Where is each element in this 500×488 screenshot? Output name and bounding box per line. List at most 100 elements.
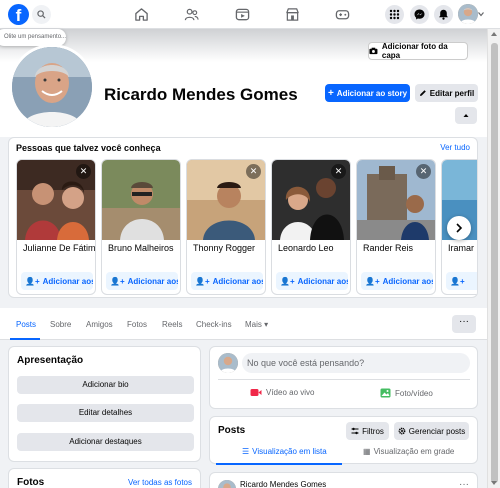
chevron-up-icon — [463, 114, 469, 117]
post-composer: No que você está pensando? Vídeo ao vivo… — [209, 346, 478, 409]
facebook-logo[interactable]: f — [8, 4, 29, 25]
menu-grid-icon — [389, 9, 400, 20]
chevron-down-icon[interactable] — [478, 11, 484, 17]
plus-icon: + — [327, 87, 334, 99]
see-all-photos-link[interactable]: Ver todas as fotos — [128, 478, 192, 487]
top-navigation-bar: f — [0, 0, 500, 29]
add-friend-icon: 👤+ — [195, 276, 210, 286]
edit-details-button[interactable]: Editar detalhes — [17, 404, 194, 422]
grid-icon: ▦ — [363, 447, 371, 456]
grid-view-tab[interactable]: ▦ Visualização em grade — [363, 447, 454, 456]
suggestion-photo — [102, 160, 180, 240]
marketplace-icon[interactable] — [285, 7, 300, 22]
photos-title: Fotos — [17, 477, 45, 488]
add-to-story-label: Adicionar ao story — [336, 88, 408, 98]
manage-posts-label: Gerenciar posts — [408, 426, 466, 436]
search-icon — [37, 10, 46, 19]
profile-picture[interactable] — [9, 44, 95, 130]
suggestion-card[interactable]: ✕ Julianne De Fátima 👤+Adicionar aos a..… — [16, 159, 96, 295]
profile-tabs: Posts Sobre Amigos Fotos Reels Check-ins… — [0, 308, 487, 340]
video-icon[interactable] — [235, 7, 250, 22]
messenger-button[interactable] — [410, 5, 429, 24]
dismiss-suggestion-button[interactable]: ✕ — [416, 164, 431, 179]
tab-reels[interactable]: Reels — [162, 320, 182, 329]
list-view-tab[interactable]: ☰ Visualização em lista — [242, 447, 327, 456]
add-bio-button[interactable]: Adicionar bio — [17, 376, 194, 394]
suggestion-card[interactable]: ✕ Leonardo Leo 👤+Adicionar aos a... — [271, 159, 351, 295]
profile-photo — [12, 47, 92, 127]
add-friend-button[interactable]: 👤+ — [446, 272, 477, 290]
live-video-label: Vídeo ao vivo — [266, 388, 315, 397]
tab-more[interactable]: Mais ▾ — [245, 320, 268, 329]
tab-friends[interactable]: Amigos — [86, 320, 113, 329]
tab-checkins[interactable]: Check-ins — [196, 320, 232, 329]
dismiss-suggestion-button[interactable]: ✕ — [246, 164, 261, 179]
edit-profile-button[interactable]: Editar perfil — [415, 84, 478, 102]
chevron-right-icon — [456, 223, 463, 233]
next-suggestions-button[interactable] — [447, 216, 471, 240]
suggestion-name[interactable]: Bruno Malheiros — [108, 243, 180, 253]
see-all-suggestions-link[interactable]: Ver tudo — [440, 143, 470, 152]
add-friend-button[interactable]: 👤+Adicionar aos a... — [21, 272, 93, 290]
gear-icon — [398, 427, 406, 435]
scroll-thumb[interactable] — [491, 43, 498, 483]
post-options-button[interactable]: ··· — [459, 479, 469, 488]
scroll-up-arrow[interactable] — [491, 32, 497, 36]
post-item: Ricardo Mendes Gomes ··· — [209, 472, 478, 488]
add-friend-icon: 👤+ — [280, 276, 295, 286]
suggestion-name[interactable]: Iramar — [448, 243, 477, 253]
live-video-icon — [250, 389, 262, 396]
people-you-may-know: Pessoas que talvez você conheça Ver tudo… — [8, 137, 478, 298]
add-friend-label: Adicionar aos a... — [382, 276, 433, 286]
manage-posts-button[interactable]: Gerenciar posts — [394, 422, 469, 440]
photo-video-icon — [380, 388, 391, 398]
composer-divider — [218, 379, 470, 380]
add-friend-button[interactable]: 👤+Adicionar aos a... — [106, 272, 178, 290]
suggestions-title: Pessoas que talvez você conheça — [16, 143, 161, 153]
friends-icon[interactable] — [184, 7, 199, 22]
scroll-down-arrow[interactable] — [491, 481, 497, 485]
add-friend-button[interactable]: 👤+Adicionar aos a... — [276, 272, 348, 290]
add-friend-button[interactable]: 👤+Adicionar aos a... — [191, 272, 263, 290]
page-scrollbar[interactable] — [487, 29, 500, 488]
filters-label: Filtros — [362, 426, 384, 436]
add-friend-label: Adicionar aos a... — [42, 276, 93, 286]
add-friend-button[interactable]: 👤+Adicionar aos a... — [361, 272, 433, 290]
tab-about[interactable]: Sobre — [50, 320, 71, 329]
post-author-name[interactable]: Ricardo Mendes Gomes — [240, 480, 326, 488]
suggestion-card[interactable]: ✕ Rander Reis 👤+Adicionar aos a... — [356, 159, 436, 295]
post-author-avatar[interactable] — [218, 480, 236, 488]
posts-title: Posts — [218, 425, 246, 436]
menu-button[interactable] — [385, 5, 404, 24]
intro-title: Apresentação — [17, 355, 84, 366]
account-avatar[interactable] — [458, 4, 478, 24]
search-button[interactable] — [32, 5, 51, 24]
composer-input[interactable]: No que você está pensando? — [242, 353, 470, 373]
active-tab-indicator — [10, 338, 40, 340]
suggestion-card[interactable]: Bruno Malheiros 👤+Adicionar aos a... — [101, 159, 181, 295]
filters-button[interactable]: Filtros — [346, 422, 389, 440]
suggestion-card[interactable]: ✕ Thonny Rogger 👤+Adicionar aos a... — [186, 159, 266, 295]
notifications-button[interactable] — [434, 5, 453, 24]
tab-posts[interactable]: Posts — [16, 320, 36, 329]
dismiss-suggestion-button[interactable]: ✕ — [331, 164, 346, 179]
gaming-icon[interactable] — [335, 7, 350, 22]
notifications-icon — [439, 9, 448, 20]
suggestion-name[interactable]: Leonardo Leo — [278, 243, 350, 253]
profile-options-button[interactable] — [455, 107, 477, 124]
avatar — [218, 353, 238, 373]
tab-photos[interactable]: Fotos — [127, 320, 147, 329]
dismiss-suggestion-button[interactable]: ✕ — [76, 164, 91, 179]
messenger-icon — [414, 9, 425, 20]
live-video-button[interactable]: Vídeo ao vivo — [250, 388, 314, 397]
suggestion-name[interactable]: Rander Reis — [363, 243, 435, 253]
photo-video-button[interactable]: Foto/vídeo — [380, 388, 433, 398]
add-cover-photo-button[interactable]: Adicionar foto da capa — [368, 42, 468, 60]
suggestion-name[interactable]: Thonny Rogger — [193, 243, 265, 253]
add-highlights-button[interactable]: Adicionar destaques — [17, 433, 194, 451]
add-to-story-button[interactable]: + Adicionar ao story — [325, 84, 410, 102]
suggestion-name[interactable]: Julianne De Fátima — [23, 243, 95, 253]
intro-card: Apresentação Adicionar bio Editar detalh… — [8, 346, 201, 462]
home-icon[interactable] — [134, 7, 149, 22]
more-options-button[interactable]: ··· — [452, 315, 476, 333]
